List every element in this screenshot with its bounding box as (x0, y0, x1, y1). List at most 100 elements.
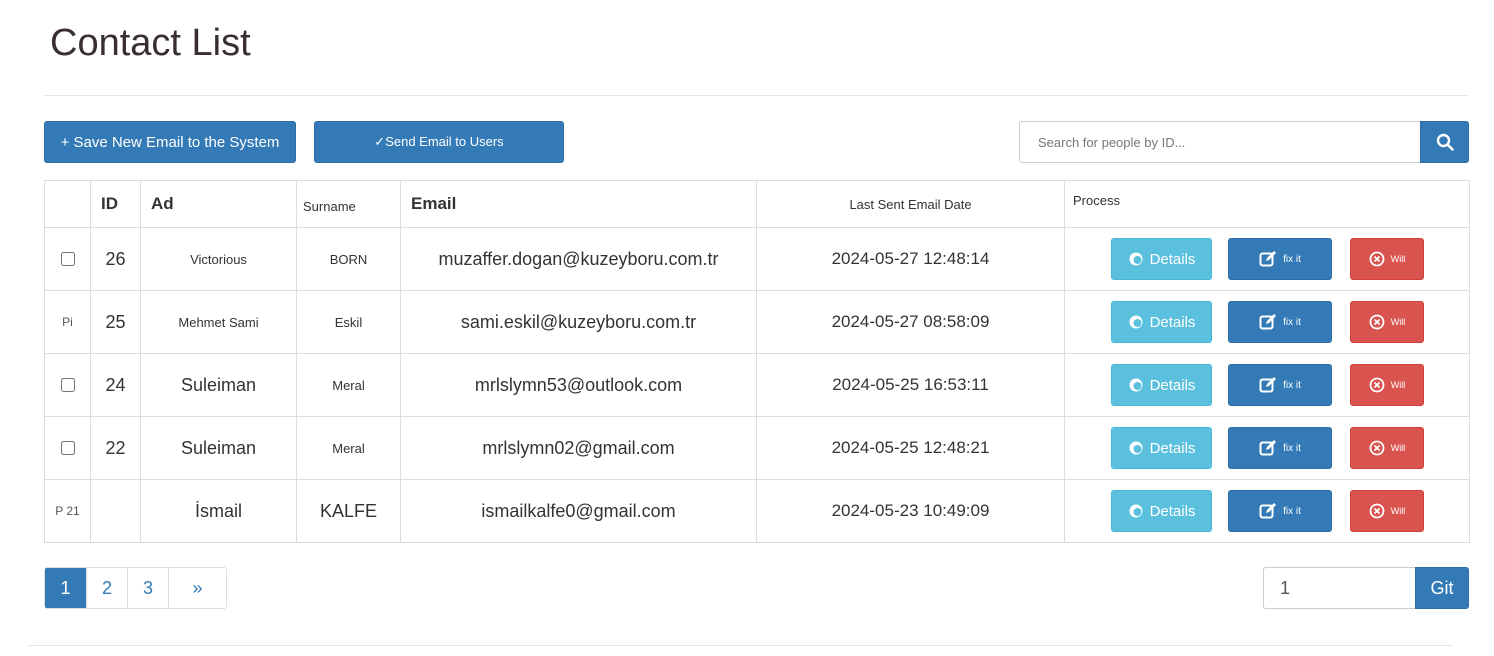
row-checkbox[interactable] (60, 440, 75, 455)
row-id: 24 (90, 353, 141, 417)
row-surname: Meral (296, 353, 401, 417)
edit-icon (1259, 314, 1277, 330)
header-id[interactable]: ID (90, 180, 141, 228)
details-button[interactable]: Details (1111, 490, 1212, 532)
delete-button[interactable]: Will (1350, 364, 1424, 406)
row-ad: İsmail (140, 479, 297, 543)
edit-icon (1259, 503, 1277, 519)
fix-button[interactable]: fix it (1228, 427, 1332, 469)
row-prefix: Pi (44, 290, 91, 354)
details-button[interactable]: Details (1111, 427, 1212, 469)
row-actions: Details fix it Will (1064, 416, 1470, 480)
details-label: Details (1149, 439, 1196, 457)
row-surname: Meral (296, 416, 401, 480)
page-3-link[interactable]: 3 (127, 568, 168, 608)
details-label: Details (1149, 376, 1196, 394)
details-label: Details (1149, 313, 1196, 331)
table-row: 26 Victorious BORN muzaffer.dogan@kuzeyb… (44, 227, 1470, 291)
row-id: 25 (90, 290, 141, 354)
row-id: 26 (90, 227, 141, 291)
search-input[interactable] (1019, 121, 1421, 163)
delete-button[interactable]: Will (1350, 427, 1424, 469)
row-select-cell (44, 416, 91, 480)
row-last-sent: 2024-05-23 10:49:09 (756, 479, 1065, 543)
fix-label: fix it (1283, 505, 1301, 517)
row-ad: Mehmet Sami (140, 290, 297, 354)
details-button[interactable]: Details (1111, 364, 1212, 406)
edit-icon (1259, 377, 1277, 393)
row-actions: Details fix it Will (1064, 227, 1470, 291)
row-email: mrlslymn53@outlook.com (400, 353, 757, 417)
table-row: Pi 25 Mehmet Sami Eskil sami.eskil@kuzey… (44, 290, 1470, 354)
edit-icon (1259, 251, 1277, 267)
row-email: sami.eskil@kuzeyboru.com.tr (400, 290, 757, 354)
row-actions: Details fix it Will (1064, 353, 1470, 417)
title-divider (44, 95, 1469, 96)
eye-icon (1129, 378, 1143, 392)
row-prefix: P 21 (44, 479, 91, 543)
row-surname: KALFE (296, 479, 401, 543)
fix-label: fix it (1283, 379, 1301, 391)
delete-label: Will (1390, 317, 1406, 327)
table-row: P 21 İsmail KALFE ismailkalfe0@gmail.com… (44, 479, 1470, 543)
remove-icon (1369, 440, 1385, 456)
row-surname: Eskil (296, 290, 401, 354)
table-header-row: ID Ad Surname Email Last Sent Email Date… (44, 180, 1470, 228)
eye-icon (1129, 504, 1143, 518)
header-surname[interactable]: Surname (296, 180, 401, 228)
fix-button[interactable]: fix it (1228, 238, 1332, 280)
search-button[interactable] (1420, 121, 1469, 163)
fix-label: fix it (1283, 316, 1301, 328)
fix-button[interactable]: fix it (1228, 490, 1332, 532)
fix-button[interactable]: fix it (1228, 364, 1332, 406)
header-ad[interactable]: Ad (140, 180, 297, 228)
row-checkbox[interactable] (60, 377, 75, 392)
delete-button[interactable]: Will (1350, 238, 1424, 280)
remove-icon (1369, 503, 1385, 519)
header-email[interactable]: Email (400, 180, 757, 228)
goto-page-input[interactable] (1263, 567, 1416, 609)
next-page-link[interactable]: » (168, 568, 226, 608)
row-surname: BORN (296, 227, 401, 291)
page-2-link[interactable]: 2 (86, 568, 127, 608)
row-select-cell (44, 353, 91, 417)
edit-icon (1259, 440, 1277, 456)
row-email: mrlslymn02@gmail.com (400, 416, 757, 480)
row-id: 22 (90, 416, 141, 480)
goto-page-button[interactable]: Git (1415, 567, 1469, 609)
row-ad: Suleiman (140, 353, 297, 417)
save-new-email-button[interactable]: + Save New Email to the System (44, 121, 296, 163)
details-button[interactable]: Details (1111, 238, 1212, 280)
fix-label: fix it (1283, 442, 1301, 454)
eye-icon (1129, 252, 1143, 266)
table-row: 24 Suleiman Meral mrlslymn53@outlook.com… (44, 353, 1470, 417)
row-checkbox[interactable] (60, 251, 75, 266)
header-process: Process (1064, 180, 1470, 228)
header-last-sent[interactable]: Last Sent Email Date (756, 180, 1065, 228)
fix-button[interactable]: fix it (1228, 301, 1332, 343)
row-select-cell (44, 227, 91, 291)
row-id (90, 479, 141, 543)
page-1-link[interactable]: 1 (45, 568, 86, 608)
details-label: Details (1149, 250, 1196, 268)
remove-icon (1369, 314, 1385, 330)
row-actions: Details fix it Will (1064, 479, 1470, 543)
delete-label: Will (1390, 443, 1406, 453)
delete-button[interactable]: Will (1350, 301, 1424, 343)
delete-label: Will (1390, 254, 1406, 264)
details-button[interactable]: Details (1111, 301, 1212, 343)
row-last-sent: 2024-05-25 16:53:11 (756, 353, 1065, 417)
remove-icon (1369, 251, 1385, 267)
send-email-button[interactable]: ✓Send Email to Users (314, 121, 564, 163)
eye-icon (1129, 441, 1143, 455)
row-last-sent: 2024-05-25 12:48:21 (756, 416, 1065, 480)
page-title: Contact List (50, 22, 251, 64)
row-email: ismailkalfe0@gmail.com (400, 479, 757, 543)
eye-icon (1129, 315, 1143, 329)
row-last-sent: 2024-05-27 12:48:14 (756, 227, 1065, 291)
search-icon (1436, 133, 1454, 151)
contacts-table: ID Ad Surname Email Last Sent Email Date… (44, 180, 1470, 543)
delete-label: Will (1390, 506, 1406, 516)
delete-button[interactable]: Will (1350, 490, 1424, 532)
footer-divider (28, 645, 1453, 646)
